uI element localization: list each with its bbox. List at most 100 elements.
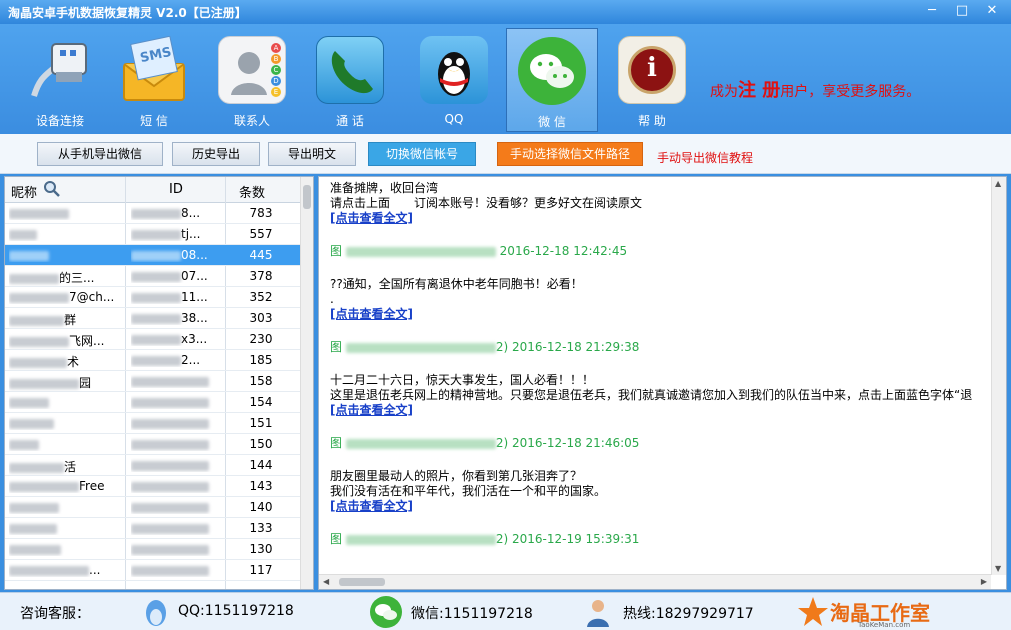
list-header: 昵称 ID 条数: [5, 177, 301, 203]
tool-label: 联系人: [233, 114, 270, 128]
message-line: 请点击上面 订阅本账号！没看够？更多好文在阅读原文: [330, 196, 643, 210]
contact-row[interactable]: 术 2... 185: [5, 350, 301, 371]
contact-row[interactable]: 150: [5, 434, 301, 455]
contact-nick: [9, 542, 124, 556]
id-text: 11...: [181, 290, 208, 304]
redacted-value: [131, 334, 181, 345]
tool-label: 短 信: [140, 114, 168, 128]
contact-row[interactable]: tj... 557: [5, 224, 301, 245]
switch-account-button[interactable]: 切换微信帐号: [368, 142, 476, 166]
tool-device-connect[interactable]: 设备连接: [14, 28, 106, 132]
tool-calls[interactable]: 通 话: [304, 28, 396, 132]
index-letter: E: [271, 87, 281, 97]
message-count: 445: [249, 248, 273, 262]
redacted-value: [131, 376, 209, 387]
export-from-phone-button[interactable]: 从手机导出微信: [37, 142, 163, 166]
nick-text: 7@ch...: [69, 290, 115, 304]
contact-nick: 活: [9, 458, 124, 475]
contact-row[interactable]: 154: [5, 392, 301, 413]
contact-row[interactable]: 活 144: [5, 455, 301, 476]
meta-prefix: 图: [330, 532, 343, 546]
minimize-button[interactable]: ─: [919, 2, 945, 20]
history-export-button[interactable]: 历史导出: [172, 142, 260, 166]
window-title: 淘晶安卓手机数据恢复精灵 V2.0【已注册】: [8, 6, 247, 20]
contact-nick: [9, 248, 124, 262]
view-full-link[interactable]: [点击查看全文]: [330, 403, 990, 418]
view-full-link[interactable]: [点击查看全文]: [330, 211, 990, 226]
tool-qq[interactable]: QQ: [408, 28, 500, 132]
id-text: x3...: [181, 332, 208, 346]
contact-row[interactable]: 飞网... x3... 230: [5, 329, 301, 350]
scroll-thumb[interactable]: [303, 185, 311, 209]
contact-row[interactable]: 133: [5, 518, 301, 539]
redacted-value: [131, 439, 209, 450]
manual-path-button[interactable]: 手动选择微信文件路径: [497, 142, 643, 166]
maximize-button[interactable]: □: [949, 2, 975, 20]
contact-nick: [9, 437, 124, 451]
redacted-value: [131, 271, 181, 282]
message-hscrollbar[interactable]: ◀ ▶: [319, 574, 991, 589]
id-text: 38...: [181, 311, 208, 325]
redacted-value: [131, 502, 209, 513]
view-full-link[interactable]: [点击查看全文]: [330, 499, 990, 514]
contact-row[interactable]: ... 117: [5, 560, 301, 581]
tool-contacts[interactable]: A B C D E 联系人: [206, 28, 298, 132]
message-line: 朋友圈里最动人的照片，你看到第几张泪奔了？: [330, 469, 583, 483]
contact-row[interactable]: 130: [5, 539, 301, 560]
redacted-value: [131, 313, 181, 324]
contact-row[interactable]: 7@ch... 11... 352: [5, 287, 301, 308]
tool-wechat[interactable]: 微 信: [506, 28, 598, 132]
scroll-left-arrow[interactable]: ◀: [323, 577, 329, 586]
redacted-value: [9, 523, 57, 534]
scroll-down-arrow[interactable]: ▼: [995, 564, 1001, 573]
redacted-value: [9, 544, 61, 555]
message-count: 185: [249, 353, 273, 367]
redacted-sender: [345, 534, 496, 545]
contact-id: [131, 374, 225, 388]
contact-nick: [9, 521, 124, 535]
scroll-right-arrow[interactable]: ▶: [981, 577, 987, 586]
scroll-up-arrow[interactable]: ▲: [995, 179, 1001, 188]
contact-row[interactable]: 151: [5, 413, 301, 434]
redacted-value: [131, 460, 209, 471]
message-line: 十二月二十六日，惊天大事发生，国人必看！！！: [330, 373, 595, 387]
contact-row[interactable]: 8... 783: [5, 203, 301, 224]
scroll-thumb[interactable]: [339, 578, 385, 586]
register-promo[interactable]: 成为注 册用户，享受更多服务。: [710, 76, 920, 102]
header-count[interactable]: 条数: [239, 182, 265, 201]
redacted-sender: [345, 438, 496, 449]
contact-id: tj...: [131, 227, 225, 241]
id-text: 2...: [181, 353, 201, 367]
header-nick[interactable]: 昵称: [11, 182, 37, 201]
header-id[interactable]: ID: [169, 182, 183, 197]
contact-nick: Free: [9, 479, 124, 493]
message-count: 378: [249, 269, 273, 283]
contact-row[interactable]: 园 158: [5, 371, 301, 392]
message-count: 140: [249, 500, 273, 514]
meta-prefix: 图: [330, 244, 343, 258]
contact-row[interactable]: 的三... 07... 378: [5, 266, 301, 287]
view-full-link[interactable]: [点击查看全文]: [330, 307, 990, 322]
message-count: 230: [249, 332, 273, 346]
list-scrollbar[interactable]: [300, 177, 313, 589]
contact-row[interactable]: 140: [5, 497, 301, 518]
tool-help[interactable]: i 帮 助: [606, 28, 698, 132]
close-button[interactable]: ✕: [979, 2, 1005, 20]
contact-row[interactable]: 08... 445: [5, 245, 301, 266]
redacted-value: [131, 355, 181, 366]
export-plaintext-button[interactable]: 导出明文: [268, 142, 356, 166]
contact-row[interactable]: Free 143: [5, 476, 301, 497]
message-count: 151: [249, 416, 273, 430]
contact-row[interactable]: 群 38... 303: [5, 308, 301, 329]
contact-book-icon: A B C D E: [218, 36, 286, 104]
contact-nick: [9, 395, 124, 409]
contact-nick: 群: [9, 311, 124, 328]
contact-id: 07...: [131, 269, 225, 283]
redacted-value: [9, 439, 39, 450]
tutorial-link[interactable]: 手动导出微信教程: [657, 149, 753, 166]
nick-text: 飞网...: [69, 334, 105, 348]
tool-sms[interactable]: SMS 短 信: [108, 28, 200, 132]
message-vscrollbar[interactable]: ▲ ▼: [991, 177, 1006, 575]
search-icon[interactable]: [43, 180, 61, 201]
contact-nick: 7@ch...: [9, 290, 124, 304]
